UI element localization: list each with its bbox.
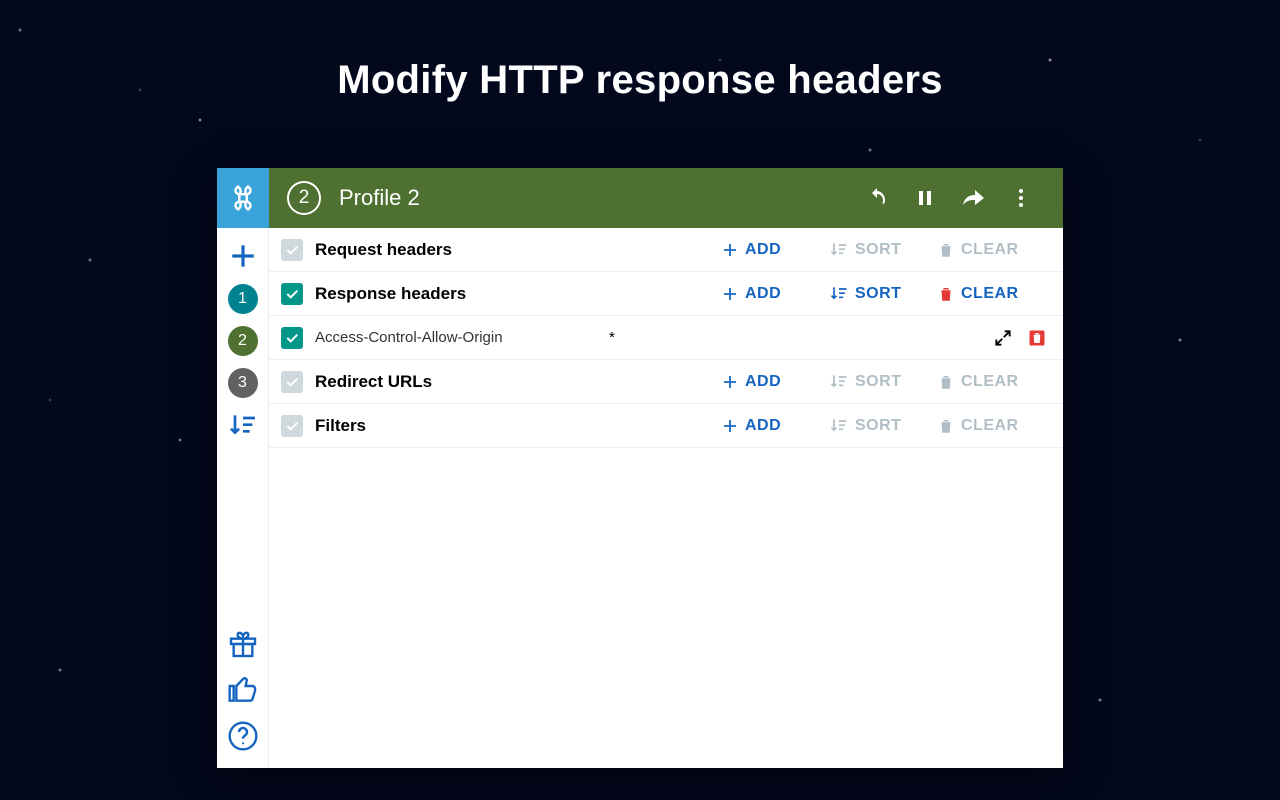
sidebar-profile-1[interactable]: 1 [228, 284, 258, 314]
header-value-input[interactable] [607, 327, 981, 348]
app-panel: 2 Profile 2 1 2 3 [217, 168, 1063, 768]
toolbar: 2 Profile 2 [217, 168, 1063, 228]
redirect-clear-button[interactable]: CLEAR [937, 372, 1047, 392]
response-clear-button[interactable]: CLEAR [937, 284, 1047, 304]
profile-title[interactable]: Profile 2 [339, 185, 420, 211]
help-button[interactable] [227, 720, 259, 752]
content: Request headers ADD SORT CLEAR [269, 228, 1063, 768]
request-headers-toggle[interactable] [281, 239, 303, 261]
sort-profiles-button[interactable] [227, 410, 259, 442]
redirect-sort-button[interactable]: SORT [829, 372, 925, 392]
section-response-headers: Response headers ADD SORT CLEAR [269, 272, 1063, 316]
header-name-input[interactable]: Access-Control-Allow-Origin [315, 329, 595, 346]
hero-title: Modify HTTP response headers [0, 58, 1280, 103]
section-redirect-urls: Redirect URLs ADD SORT CLEAR [269, 360, 1063, 404]
section-filters: Filters ADD SORT CLEAR [269, 404, 1063, 448]
share-button[interactable] [949, 174, 997, 222]
response-sort-button[interactable]: SORT [829, 284, 925, 304]
response-header-item: Access-Control-Allow-Origin [269, 316, 1063, 360]
like-button[interactable] [227, 674, 259, 706]
filters-toggle[interactable] [281, 415, 303, 437]
redirect-urls-toggle[interactable] [281, 371, 303, 393]
pause-button[interactable] [901, 174, 949, 222]
section-title: Response headers [315, 284, 709, 304]
filters-sort-button[interactable]: SORT [829, 416, 925, 436]
section-request-headers: Request headers ADD SORT CLEAR [269, 228, 1063, 272]
response-headers-toggle[interactable] [281, 283, 303, 305]
filters-add-button[interactable]: ADD [721, 417, 817, 435]
section-title: Filters [315, 416, 709, 436]
response-add-button[interactable]: ADD [721, 285, 817, 303]
undo-button[interactable] [853, 174, 901, 222]
filters-clear-button[interactable]: CLEAR [937, 416, 1047, 436]
sidebar: 1 2 3 [217, 228, 269, 768]
cmd-logo-icon[interactable] [217, 168, 269, 228]
expand-icon[interactable] [993, 328, 1013, 348]
sidebar-profile-2[interactable]: 2 [228, 326, 258, 356]
header-item-toggle[interactable] [281, 327, 303, 349]
request-clear-button[interactable]: CLEAR [937, 240, 1047, 260]
delete-item-button[interactable] [1027, 328, 1047, 348]
section-title: Request headers [315, 240, 709, 260]
more-button[interactable] [997, 174, 1045, 222]
section-title: Redirect URLs [315, 372, 709, 392]
request-add-button[interactable]: ADD [721, 241, 817, 259]
redirect-add-button[interactable]: ADD [721, 373, 817, 391]
request-sort-button[interactable]: SORT [829, 240, 925, 260]
add-profile-button[interactable] [227, 240, 259, 272]
gift-button[interactable] [227, 628, 259, 660]
sidebar-profile-3[interactable]: 3 [228, 368, 258, 398]
profile-number-badge: 2 [287, 181, 321, 215]
